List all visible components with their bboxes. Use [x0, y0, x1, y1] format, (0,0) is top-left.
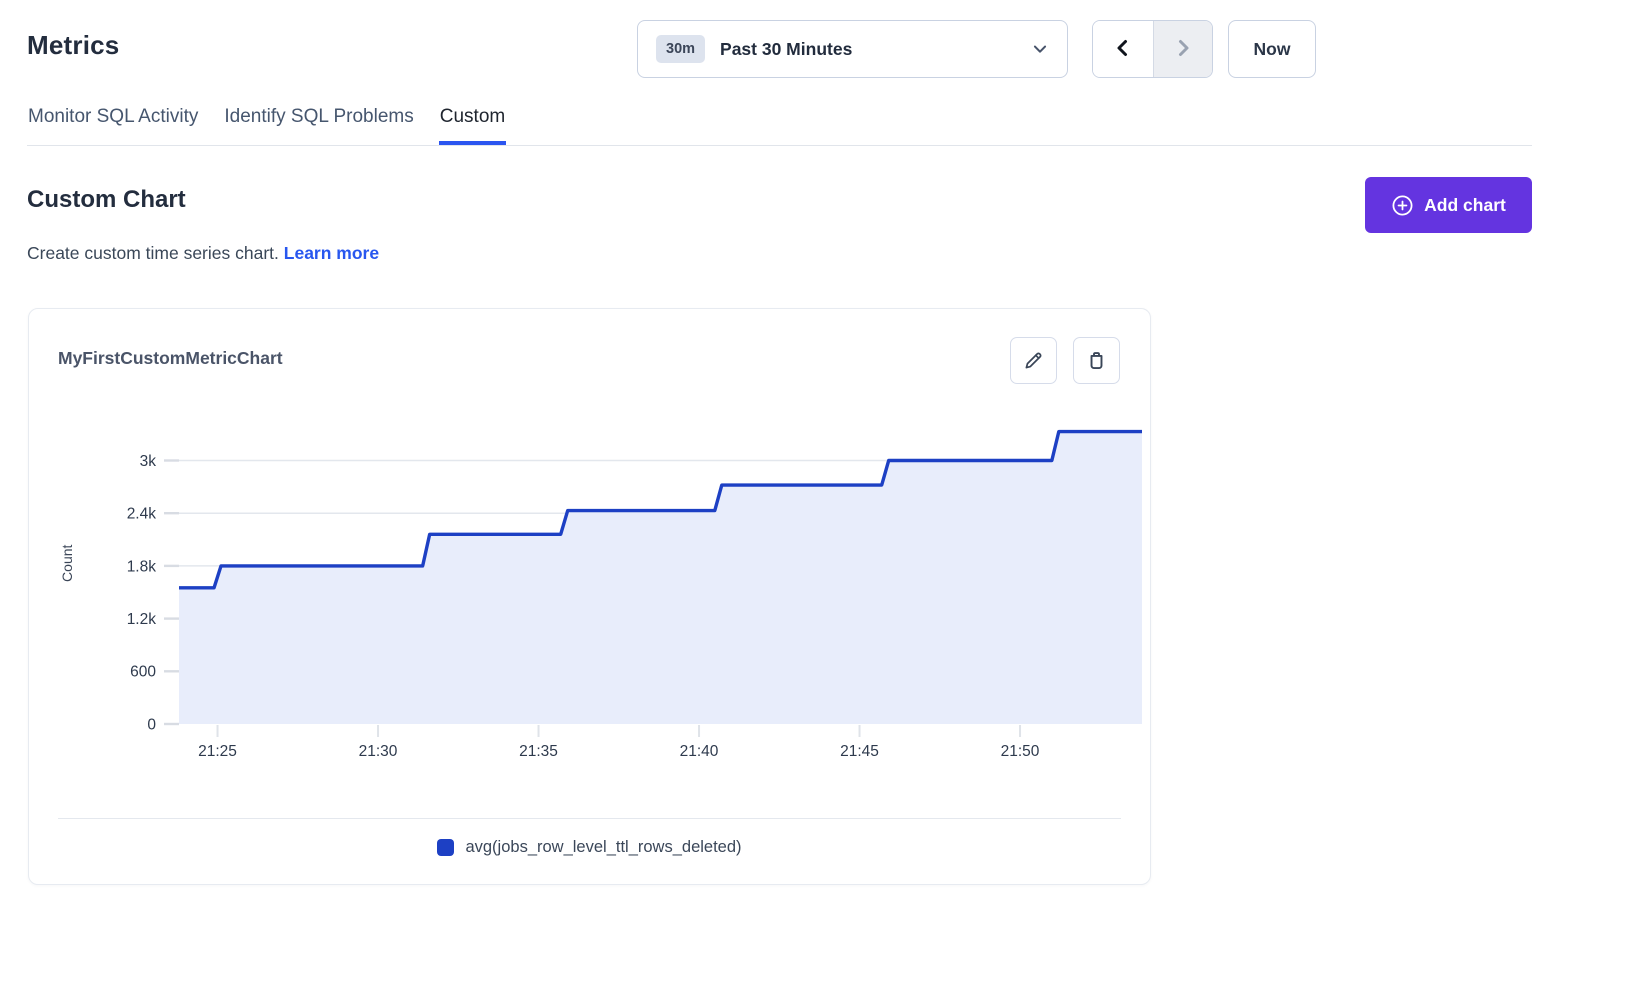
- svg-text:0: 0: [147, 716, 156, 733]
- svg-text:2.4k: 2.4k: [127, 506, 157, 523]
- svg-text:21:30: 21:30: [359, 743, 398, 760]
- add-chart-label: Add chart: [1424, 195, 1506, 216]
- time-range-shortcut-badge: 30m: [656, 35, 705, 63]
- delete-chart-button[interactable]: [1073, 337, 1120, 384]
- trash-icon: [1085, 349, 1108, 372]
- time-range-selector[interactable]: 30m Past 30 Minutes: [637, 20, 1068, 78]
- svg-text:21:35: 21:35: [519, 743, 558, 760]
- chevron-left-icon: [1111, 36, 1135, 63]
- tab-monitor-sql-activity[interactable]: Monitor SQL Activity: [27, 103, 199, 145]
- custom-metric-chart-card: MyFirstCustomMetricChart: [28, 308, 1151, 885]
- time-range-label: Past 30 Minutes: [720, 39, 852, 60]
- svg-text:3k: 3k: [140, 453, 157, 470]
- svg-text:21:50: 21:50: [1001, 743, 1040, 760]
- chevron-down-icon: [1031, 40, 1049, 58]
- chart-card-header: MyFirstCustomMetricChart: [29, 309, 1150, 387]
- svg-text:Count: Count: [59, 544, 75, 581]
- tab-identify-sql-problems[interactable]: Identify SQL Problems: [223, 103, 414, 145]
- pencil-icon: [1022, 349, 1045, 372]
- legend-color-swatch: [437, 839, 454, 856]
- tab-custom[interactable]: Custom: [439, 103, 506, 145]
- next-window-button[interactable]: [1153, 21, 1213, 77]
- chart-title: MyFirstCustomMetricChart: [58, 337, 283, 369]
- svg-text:21:40: 21:40: [680, 743, 719, 760]
- svg-text:1.8k: 1.8k: [127, 558, 157, 575]
- custom-chart-description: Create custom time series chart. Learn m…: [27, 243, 379, 264]
- custom-chart-heading: Custom Chart: [27, 186, 186, 214]
- metrics-tabs: Monitor SQL Activity Identify SQL Proble…: [27, 103, 1532, 146]
- edit-chart-button[interactable]: [1010, 337, 1057, 384]
- description-text: Create custom time series chart.: [27, 243, 279, 263]
- chart-legend: avg(jobs_row_level_ttl_rows_deleted): [58, 818, 1121, 884]
- learn-more-link[interactable]: Learn more: [284, 243, 379, 263]
- svg-text:21:45: 21:45: [840, 743, 879, 760]
- previous-window-button[interactable]: [1093, 21, 1153, 77]
- custom-chart-plot[interactable]: 0 600 1.2k 1.8k 2.4k 3k 21:25 21:30 21:35 21:40 21…: [29, 379, 1152, 771]
- page-title: Metrics: [27, 30, 119, 61]
- now-button[interactable]: Now: [1228, 20, 1316, 78]
- plus-circle-icon: [1391, 194, 1414, 217]
- svg-text:1.2k: 1.2k: [127, 611, 157, 628]
- add-chart-button[interactable]: Add chart: [1365, 177, 1532, 233]
- time-window-pager: [1092, 20, 1213, 78]
- svg-text:21:25: 21:25: [198, 743, 237, 760]
- metrics-page: Metrics 30m Past 30 Minutes No: [0, 0, 1650, 982]
- chevron-right-icon: [1171, 36, 1195, 63]
- legend-series-label: avg(jobs_row_level_ttl_rows_deleted): [465, 838, 741, 857]
- chart-card-actions: [1010, 337, 1120, 384]
- svg-text:600: 600: [130, 664, 156, 681]
